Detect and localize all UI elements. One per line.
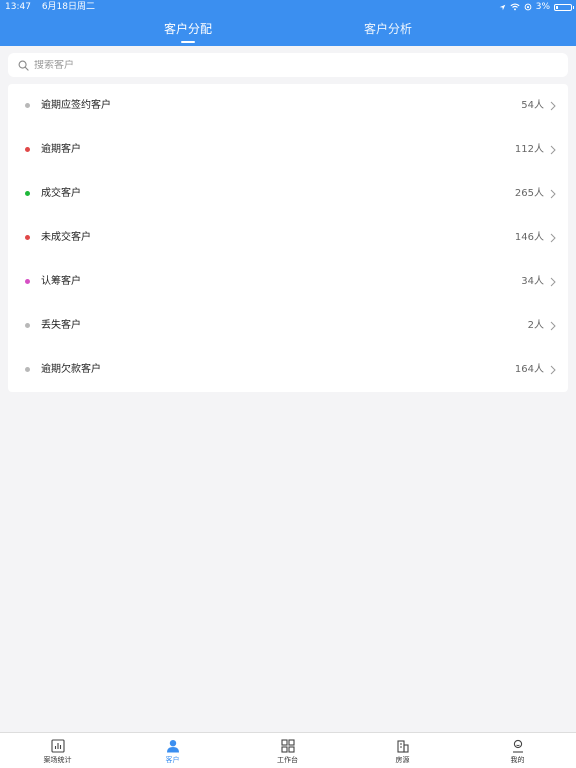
status-dot [25,367,30,372]
chevron-right-icon [550,189,556,199]
status-date: 6月18日周二 [41,2,95,12]
status-dot [25,103,30,108]
bottom-tab-label: 客户 [165,756,180,764]
orientation-lock-icon [524,3,532,11]
status-bar: 13:47 6月18日周二 3% [0,0,576,14]
list-item-count: 34人 [521,276,544,287]
bottom-tab-label: 工作台 [277,756,298,764]
status-right: 3% [499,0,574,14]
list-item-closed-deal[interactable]: 成交客户 265人 [8,172,568,216]
chevron-right-icon [550,145,556,155]
status-dot [25,279,30,284]
battery-percent: 3% [535,2,550,12]
list-item-count: 164人 [514,364,544,375]
bottom-tab-label: 案场统计 [43,756,72,764]
list-item-label: 逾期应签约客户 [41,100,111,111]
search-icon [18,60,29,71]
chevron-right-icon [550,277,556,287]
top-tabs: 客户分配 客户分析 [0,14,576,46]
status-dot [25,191,30,196]
list-item-not-closed[interactable]: 未成交客户 146人 [8,216,568,260]
bottom-tab-sales-stats[interactable]: 案场统计 [0,733,115,768]
active-tab-indicator [181,41,195,43]
chevron-right-icon [550,321,556,331]
list-item-label: 丢失客户 [41,320,81,331]
location-arrow-icon [499,4,506,10]
app: 13:47 6月18日周二 3% 客户分配 客户分析 搜索客户 逾期应签约客户 … [0,0,576,768]
status-left: 13:47 6月18日周二 [5,0,103,14]
list-item-label: 逾期客户 [41,144,81,155]
list-item-count: 2人 [527,320,544,331]
header: 13:47 6月18日周二 3% 客户分配 客户分析 [0,0,576,46]
tab-label: 客户分析 [363,22,412,36]
battery-icon [554,3,574,11]
chevron-right-icon [550,101,556,111]
list-item-count: 54人 [521,100,544,111]
list-item-label: 成交客户 [41,188,81,199]
customer-category-list: 逾期应签约客户 54人 逾期客户 112人 成交客户 265人 未成交客户 14… [8,84,568,392]
tab-label: 客户分配 [163,22,212,36]
bottom-tab-customer[interactable]: 客户 [115,733,230,768]
search-bar[interactable] [8,53,568,77]
tab-customer-analysis[interactable]: 客户分析 [328,14,448,46]
list-item-lost[interactable]: 丢失客户 2人 [8,304,568,348]
chevron-right-icon [550,233,556,243]
bottom-tab-bar: 案场统计 客户 工作台 房源 我的 [0,732,576,768]
chevron-right-icon [550,365,556,375]
bottom-tab-mine[interactable]: 我的 [460,733,575,768]
person-icon [166,740,179,753]
list-item-overdue-payment[interactable]: 逾期欠款客户 164人 [8,348,568,392]
grid-icon [280,739,295,753]
list-item-count: 265人 [514,188,544,199]
list-item-subscription[interactable]: 认筹客户 34人 [8,260,568,304]
list-item-overdue-signing[interactable]: 逾期应签约客户 54人 [8,84,568,128]
wifi-icon [510,3,520,11]
list-item-label: 认筹客户 [41,276,81,287]
status-time: 13:47 [5,2,31,12]
bottom-tab-workbench[interactable]: 工作台 [230,733,345,768]
profile-icon [512,739,523,753]
search-input[interactable] [34,59,534,71]
bottom-tab-label: 房源 [395,756,410,764]
status-dot [25,323,30,328]
list-item-label: 未成交客户 [41,232,91,243]
status-dot [25,235,30,240]
chart-icon [50,739,65,753]
tab-customer-distribution[interactable]: 客户分配 [128,14,248,46]
list-item-count: 146人 [514,232,544,243]
bottom-tab-listings[interactable]: 房源 [345,733,460,768]
list-item-overdue[interactable]: 逾期客户 112人 [8,128,568,172]
list-item-label: 逾期欠款客户 [41,364,101,375]
list-item-count: 112人 [514,144,544,155]
building-icon [396,740,409,753]
status-dot [25,147,30,152]
bottom-tab-label: 我的 [510,756,525,764]
